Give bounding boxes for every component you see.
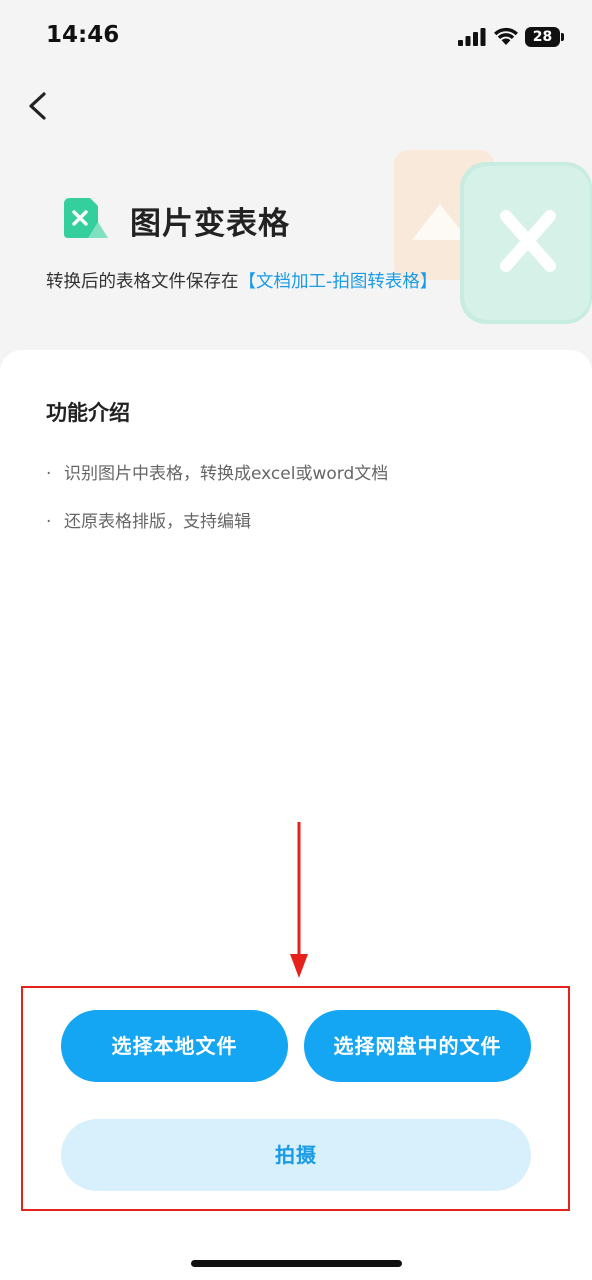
feature-intro-title: 功能介绍 [46,401,130,425]
feature-text: 识别图片中表格，转换成excel或word文档 [64,464,389,484]
status-time: 14:46 [46,22,120,48]
annotation-arrow-icon [290,822,308,978]
select-local-file-button[interactable]: 选择本地文件 [61,1010,288,1082]
bullet: · [46,512,52,532]
back-button[interactable] [22,86,54,126]
wifi-icon [494,27,518,45]
save-location-text: 转换后的表格文件保存在【文档加工-拍图转表格】 [46,268,437,293]
save-location-prefix: 转换后的表格文件保存在 [46,272,239,292]
save-location-link[interactable]: 【文档加工-拍图转表格】 [239,272,438,292]
take-photo-button[interactable]: 拍摄 [61,1119,531,1191]
home-indicator[interactable] [191,1260,402,1267]
page-title: 图片变表格 [130,206,290,242]
signal-icon [458,28,486,46]
bullet: · [46,464,52,484]
feature-item: · 还原表格排版，支持编辑 [46,507,251,532]
feature-item: · 识别图片中表格，转换成excel或word文档 [46,459,388,484]
feature-text: 还原表格排版，支持编辑 [64,512,251,532]
status-bar: 14:46 28 [0,0,592,76]
excel-image-icon [64,198,108,238]
hero-illustration-icon [394,150,592,324]
battery-level: 28 [525,27,560,47]
select-cloud-file-button[interactable]: 选择网盘中的文件 [304,1010,531,1082]
battery-icon: 28 [525,27,565,47]
